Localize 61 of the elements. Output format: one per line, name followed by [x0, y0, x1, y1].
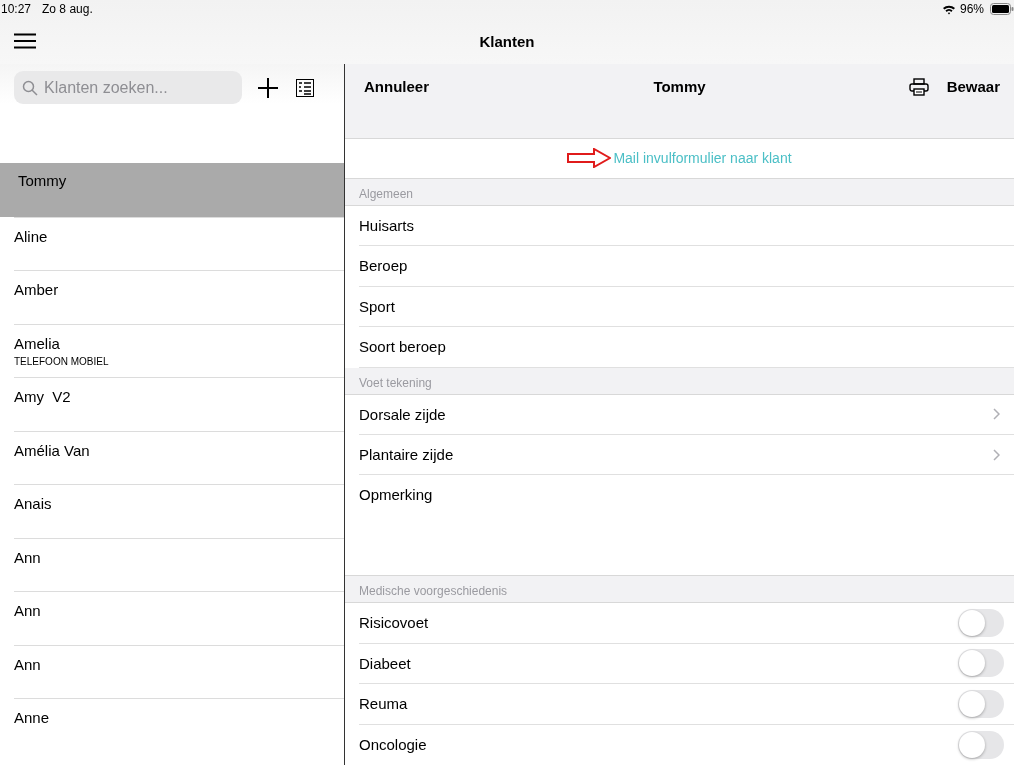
client-name: Ann: [14, 548, 42, 566]
menu-button[interactable]: [12, 31, 38, 51]
add-button[interactable]: [256, 75, 280, 100]
text-field-row[interactable]: Soort beroep: [359, 327, 1014, 368]
menu-icon: [14, 33, 36, 49]
toggle-switch[interactable]: [958, 689, 1004, 718]
printer-icon: [908, 77, 929, 96]
client-item[interactable]: Ann: [14, 591, 344, 645]
client-name: Tommy: [18, 172, 68, 189]
cancel-button[interactable]: Annuleer: [364, 78, 429, 96]
client-name: Ann: [14, 602, 42, 619]
client-title: Tommy: [653, 78, 706, 96]
client-name: Anne: [14, 709, 51, 726]
client-item[interactable]: Aline: [14, 216, 344, 270]
toggle-switch[interactable]: [958, 730, 1004, 759]
wifi-icon: [941, 3, 956, 15]
toggle-switch[interactable]: [958, 608, 1004, 637]
nav-row[interactable]: Dorsale zijde: [359, 394, 1014, 435]
nav-row[interactable]: Plantaire zijde: [359, 434, 1014, 476]
text-field-row[interactable]: Sport: [359, 286, 1014, 328]
client-item[interactable]: Amber: [14, 270, 344, 324]
page-title: Klanten: [479, 32, 535, 50]
chevron-icon: [993, 408, 1000, 421]
save-button[interactable]: Bewaar: [946, 78, 1000, 96]
client-name: Amelia: [14, 334, 61, 352]
battery-percentage: 96%: [959, 2, 984, 16]
arrow-icon: [567, 148, 612, 169]
client-name: Ann: [14, 655, 42, 673]
section-header: Medische voorgeschiedenis: [345, 576, 1014, 604]
plus-icon: [258, 77, 278, 98]
section-header: Algemeen: [345, 178, 1014, 206]
client-subtitle: TELEFOON MOBIEL: [14, 355, 110, 367]
client-name: Aline: [14, 227, 49, 245]
client-name: Anais: [14, 495, 53, 512]
text-field-row[interactable]: Beroep: [359, 246, 1014, 287]
client-item[interactable]: Ann: [14, 644, 344, 698]
battery-icon: [990, 3, 1014, 15]
client-item[interactable]: Ann: [14, 537, 344, 591]
client-item[interactable]: Anais: [14, 484, 344, 538]
status-time: 10:27: [1, 2, 32, 16]
toggle-switch[interactable]: [958, 649, 1004, 678]
client-item[interactable]: Anne: [14, 698, 344, 752]
client-name: Amy V2: [14, 388, 72, 405]
client-item[interactable]: Amelia TELEFOON MOBIEL: [14, 323, 344, 377]
chevron-icon: [993, 448, 1000, 461]
search-field[interactable]: Klanten zoeken...: [14, 71, 242, 104]
status-date: Zo 8 aug.: [42, 2, 93, 16]
row-label: Diabeet: [359, 654, 411, 672]
list-view-button[interactable]: [294, 76, 316, 99]
text-field-row[interactable]: Huisarts: [359, 205, 1014, 247]
row-label: Risicovoet: [359, 614, 429, 632]
client-name: Amber: [14, 281, 60, 298]
client-item[interactable]: Amy V2: [14, 377, 344, 431]
client-item[interactable]: Tommy: [0, 163, 344, 217]
list-icon: [296, 78, 314, 97]
row-label: Oncologie: [359, 736, 427, 754]
client-name: Amélia Van: [14, 441, 91, 459]
client-item[interactable]: Amélia Van: [14, 430, 344, 484]
row-label: Reuma: [359, 695, 408, 713]
print-button[interactable]: [906, 75, 931, 98]
section-header: Voet tekening: [345, 367, 1014, 395]
